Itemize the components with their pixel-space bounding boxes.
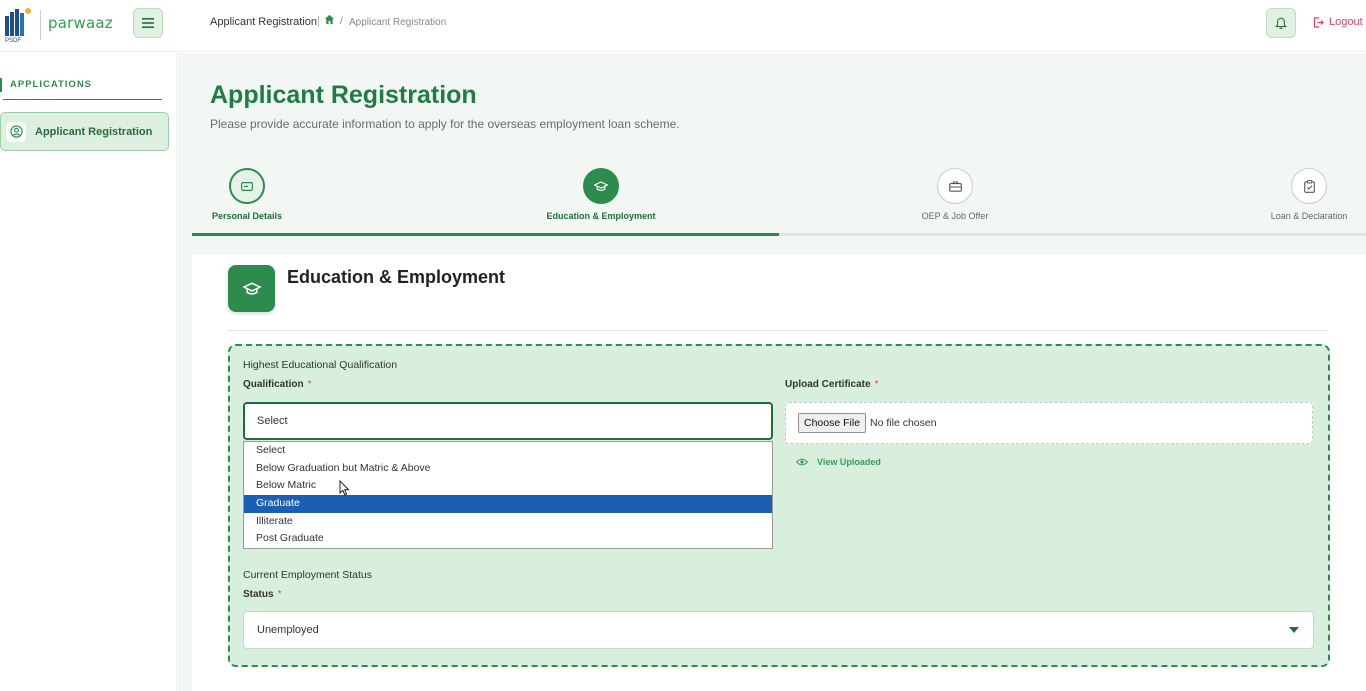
qualification-select[interactable]: Select	[243, 402, 773, 440]
upload-certificate-label: Upload Certificate *	[785, 379, 878, 390]
eye-icon	[796, 458, 808, 466]
status-label: Status *	[243, 589, 281, 600]
section-divider	[228, 330, 1328, 331]
id-card-icon	[229, 168, 265, 204]
stepper-progress-track	[192, 233, 1366, 236]
qualification-option[interactable]: Select	[244, 442, 772, 460]
breadcrumb-separator: |	[317, 15, 320, 27]
required-marker: *	[874, 379, 879, 390]
view-uploaded-link[interactable]: View Uploaded	[796, 457, 881, 467]
breadcrumb-slash: /	[340, 16, 343, 27]
upload-label-text: Upload Certificate	[785, 379, 871, 390]
user-circle-icon	[6, 121, 26, 142]
step-personal-details[interactable]: Personal Details	[167, 168, 327, 221]
education-group-label: Highest Educational Qualification	[243, 359, 398, 371]
sidebar-heading-marker	[0, 78, 2, 92]
logo-text: PSDF	[5, 38, 21, 44]
form-panel: Highest Educational Qualification Qualif…	[228, 344, 1330, 667]
page-subtitle: Please provide accurate information to a…	[210, 117, 680, 131]
top-header: PSDF parwaaz Applicant Registration | / …	[0, 0, 1366, 52]
logo-divider	[40, 10, 41, 40]
certificate-upload-field: Choose File No file chosen	[785, 402, 1313, 444]
psdf-logo: PSDF	[5, 8, 31, 44]
stepper-progress-fill	[192, 233, 779, 236]
step-label: Personal Details	[211, 211, 283, 221]
breadcrumb-title: Applicant Registration	[210, 16, 318, 28]
step-education-employment[interactable]: Education & Employment	[521, 168, 681, 221]
step-oep-job-offer[interactable]: OEP & Job Offer	[875, 168, 1035, 221]
qualification-option[interactable]: Post Graduate	[244, 530, 772, 548]
view-uploaded-label: View Uploaded	[817, 457, 881, 467]
sidebar-divider	[3, 99, 162, 100]
bell-icon	[1275, 17, 1287, 29]
brand-name: parwaaz	[48, 14, 113, 32]
qualification-dropdown: Select Below Graduation but Matric & Abo…	[243, 441, 773, 549]
education-employment-card: Education & Employment Highest Education…	[192, 255, 1366, 691]
qualification-option-highlighted[interactable]: Graduate	[244, 495, 772, 513]
logout-link[interactable]: Logout	[1313, 16, 1363, 28]
graduation-cap-icon	[583, 168, 619, 204]
graduation-cap-icon	[228, 265, 275, 312]
qualification-option[interactable]: Illiterate	[244, 513, 772, 531]
qualification-option[interactable]: Below Graduation but Matric & Above	[244, 460, 772, 478]
qualification-label: Qualification *	[243, 379, 311, 390]
required-marker: *	[277, 589, 282, 600]
sidebar-item-applicant-registration[interactable]: Applicant Registration	[0, 112, 169, 151]
employment-status-select[interactable]: Unemployed	[243, 611, 1314, 649]
notifications-button[interactable]	[1266, 8, 1296, 38]
logout-icon	[1313, 16, 1324, 28]
section-title: Education & Employment	[287, 267, 506, 287]
sidebar-heading: APPLICATIONS	[10, 79, 93, 90]
step-loan-declaration[interactable]: Loan & Declaration	[1229, 168, 1366, 221]
required-marker: *	[307, 379, 312, 390]
breadcrumb-current: Applicant Registration	[349, 17, 447, 28]
step-label: Education & Employment	[546, 211, 656, 221]
sidebar-item-label: Applicant Registration	[35, 125, 153, 138]
clipboard-icon	[1291, 168, 1327, 204]
step-label: Loan & Declaration	[1270, 211, 1348, 221]
logout-label: Logout	[1329, 16, 1363, 28]
home-icon[interactable]	[324, 14, 335, 25]
mouse-cursor-icon	[339, 480, 350, 496]
step-label: OEP & Job Offer	[921, 211, 989, 221]
choose-file-button[interactable]: Choose File	[798, 413, 867, 433]
qualification-label-text: Qualification	[243, 379, 304, 390]
briefcase-icon	[937, 168, 973, 204]
menu-toggle-button[interactable]	[133, 8, 163, 38]
hamburger-icon	[142, 18, 154, 28]
sidebar: APPLICATIONS Applicant Registration	[0, 52, 177, 691]
file-status-text: No file chosen	[870, 417, 937, 429]
main-content: Applicant Registration Please provide ac…	[178, 53, 1366, 691]
qualification-option[interactable]: Below Matric	[244, 477, 772, 495]
status-label-text: Status	[243, 589, 274, 600]
caret-down-icon	[1289, 627, 1299, 633]
employment-group-label: Current Employment Status	[243, 569, 372, 581]
employment-status-value: Unemployed	[257, 624, 319, 636]
page-title: Applicant Registration	[210, 81, 477, 109]
